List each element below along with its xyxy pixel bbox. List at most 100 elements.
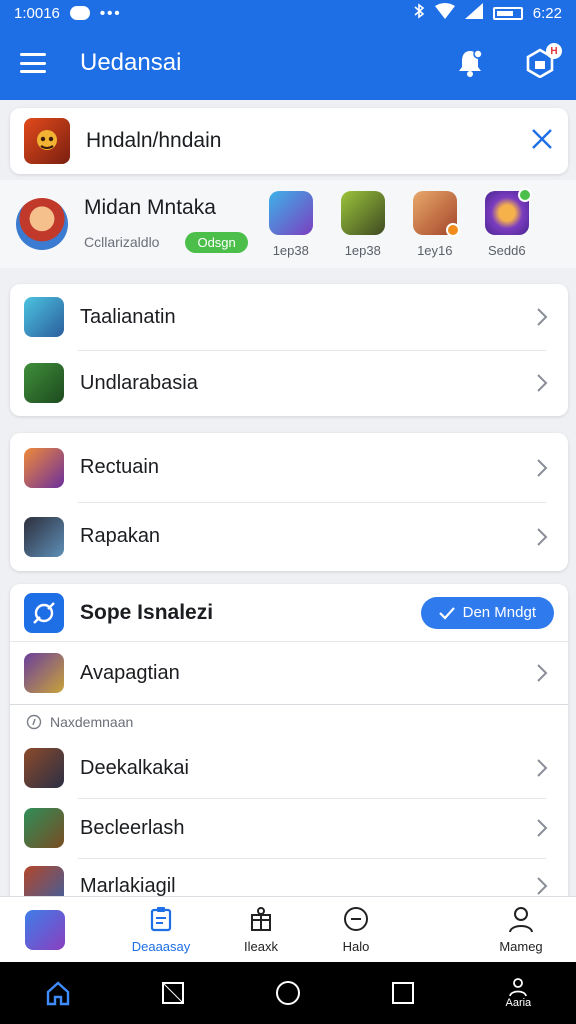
list-item-label: Deekalkakai	[80, 756, 189, 779]
status-badge[interactable]: Odsgn	[185, 231, 248, 253]
home-button[interactable]	[28, 962, 88, 1024]
home-circle-button[interactable]	[258, 962, 318, 1024]
hero-game-icon	[268, 190, 313, 235]
profile-subtitle: Ccllarizaldlo	[84, 234, 160, 250]
check-icon	[438, 606, 455, 620]
shop-button[interactable]: H	[524, 43, 562, 79]
info-icon	[26, 714, 42, 729]
tab-home-app[interactable]	[0, 897, 90, 963]
bottom-tab-bar: Deaaasay Ileaxk Halo Mameg	[0, 896, 576, 962]
chevron-right-icon	[537, 374, 548, 392]
elf-game-icon	[24, 363, 64, 403]
hero-girl-game-icon	[24, 516, 64, 557]
recent-app-label: 1ey16	[417, 242, 453, 258]
app-group-card: Taalianatin Undlarabasia	[10, 284, 568, 416]
recent-apps: 1ep38 1ep38 1ey16 Sedd6	[268, 187, 532, 258]
knight-game-icon	[24, 748, 64, 788]
bluetooth-icon	[413, 3, 425, 23]
goblin-game-icon	[24, 653, 64, 693]
app-title: Uedansai	[80, 49, 182, 76]
game-shield-icon	[25, 909, 65, 950]
tab-mameg[interactable]: Mameg	[466, 897, 576, 963]
messenger-icon	[69, 6, 90, 20]
satellite-icon	[24, 592, 64, 633]
tab-label: Deaaasay	[131, 939, 191, 954]
section-action-button[interactable]: Den Mndgt	[420, 596, 554, 629]
list-item-label: Taalianatin	[80, 305, 176, 328]
tab-halo[interactable]: Halo	[306, 897, 406, 963]
list-item-label: Rectuain	[80, 456, 159, 478]
tab-ileaxk[interactable]: Ileaxk	[216, 897, 306, 963]
tab-label: Halo	[342, 939, 370, 954]
recent-app-label: 1ep38	[272, 242, 309, 258]
list-item-label: Rapakan	[80, 525, 161, 547]
minus-circle-icon	[344, 907, 368, 931]
tab-label: Ileaxk	[244, 939, 278, 954]
profile-nav-button[interactable]: Aaria	[488, 962, 548, 1024]
subsection-label: Naxdemnaan	[10, 704, 568, 738]
chevron-right-icon	[537, 308, 548, 326]
list-item[interactable]: Rapakan	[10, 502, 568, 571]
status-bar: 1:0016 ••• 6:22	[0, 0, 576, 26]
close-icon[interactable]	[530, 127, 554, 156]
profile-row: Midan Mntaka Ccllarizaldlo Odsgn 1ep38 1…	[0, 180, 576, 268]
section-card: Sope Isnalezi Den Mndgt Avapagtian Naxde…	[10, 584, 568, 904]
notifications-button[interactable]	[454, 47, 486, 79]
search-card[interactable]: Hndaln/hndain	[10, 108, 568, 174]
more-notifications-icon: •••	[99, 4, 122, 22]
chevron-right-icon	[537, 527, 548, 546]
notification-badge: H	[546, 43, 562, 59]
status-clock: 6:22	[532, 4, 562, 22]
list-item[interactable]: Taalianatin	[10, 284, 568, 350]
list-item-label: Marlakiagil	[80, 874, 176, 897]
chevron-right-icon	[537, 759, 548, 777]
circle-icon	[275, 981, 300, 1005]
chevron-right-icon	[537, 664, 548, 682]
app-bar: Uedansai H	[0, 26, 576, 100]
clipboard-icon	[150, 907, 172, 932]
status-time: 1:0016	[14, 4, 60, 22]
app-group-card: Rectuain Rapakan	[10, 433, 568, 571]
square-outline-icon	[392, 982, 415, 1004]
sorceress-game-icon	[24, 447, 64, 488]
home-icon	[46, 981, 69, 1006]
recents-button[interactable]	[143, 962, 203, 1024]
update-dot	[517, 187, 532, 202]
recent-app-label: 1ep38	[344, 242, 381, 258]
overview-button[interactable]	[373, 962, 433, 1024]
orc-game-icon	[340, 190, 385, 235]
tab-deaaasay[interactable]: Deaaasay	[106, 897, 216, 963]
list-item-label: Undlarabasia	[80, 371, 198, 394]
update-dot	[445, 222, 460, 237]
cowboy-game-icon	[412, 190, 460, 237]
section-title: Sope Isnalezi	[80, 600, 214, 624]
recent-app[interactable]: Sedd6	[484, 187, 532, 258]
list-item[interactable]: Rectuain	[10, 433, 568, 502]
signal-icon	[464, 3, 483, 23]
recent-app[interactable]: 1ep38	[268, 190, 314, 258]
list-item-label: Becleerlash	[80, 816, 185, 839]
menu-icon[interactable]	[20, 53, 46, 73]
square-icon	[161, 982, 184, 1004]
gift-box-icon	[251, 907, 271, 931]
list-item[interactable]: Becleerlash	[10, 798, 568, 858]
chevron-right-icon	[537, 458, 548, 477]
recent-app[interactable]: 1ey16	[412, 190, 460, 258]
list-item[interactable]: Undlarabasia	[10, 350, 568, 416]
system-nav-bar: Aaria	[0, 962, 576, 1024]
avatar[interactable]	[16, 198, 68, 250]
list-item[interactable]: Avapagtian	[10, 642, 568, 704]
section-header: Sope Isnalezi Den Mndgt	[10, 584, 568, 642]
list-item[interactable]: Deekalkakai	[10, 738, 568, 798]
nav-label: Aaria	[505, 997, 532, 1009]
game-app-icon	[24, 118, 70, 164]
tab-label: Mameg	[499, 939, 543, 954]
steampunk-game-icon	[24, 808, 64, 848]
bell-icon	[459, 49, 483, 77]
person-icon	[509, 907, 533, 933]
battery-icon	[492, 6, 523, 20]
recent-app[interactable]: 1ep38	[340, 190, 386, 258]
person-icon	[509, 978, 528, 997]
wifi-icon	[434, 3, 455, 23]
wizard-game-icon	[24, 297, 64, 337]
